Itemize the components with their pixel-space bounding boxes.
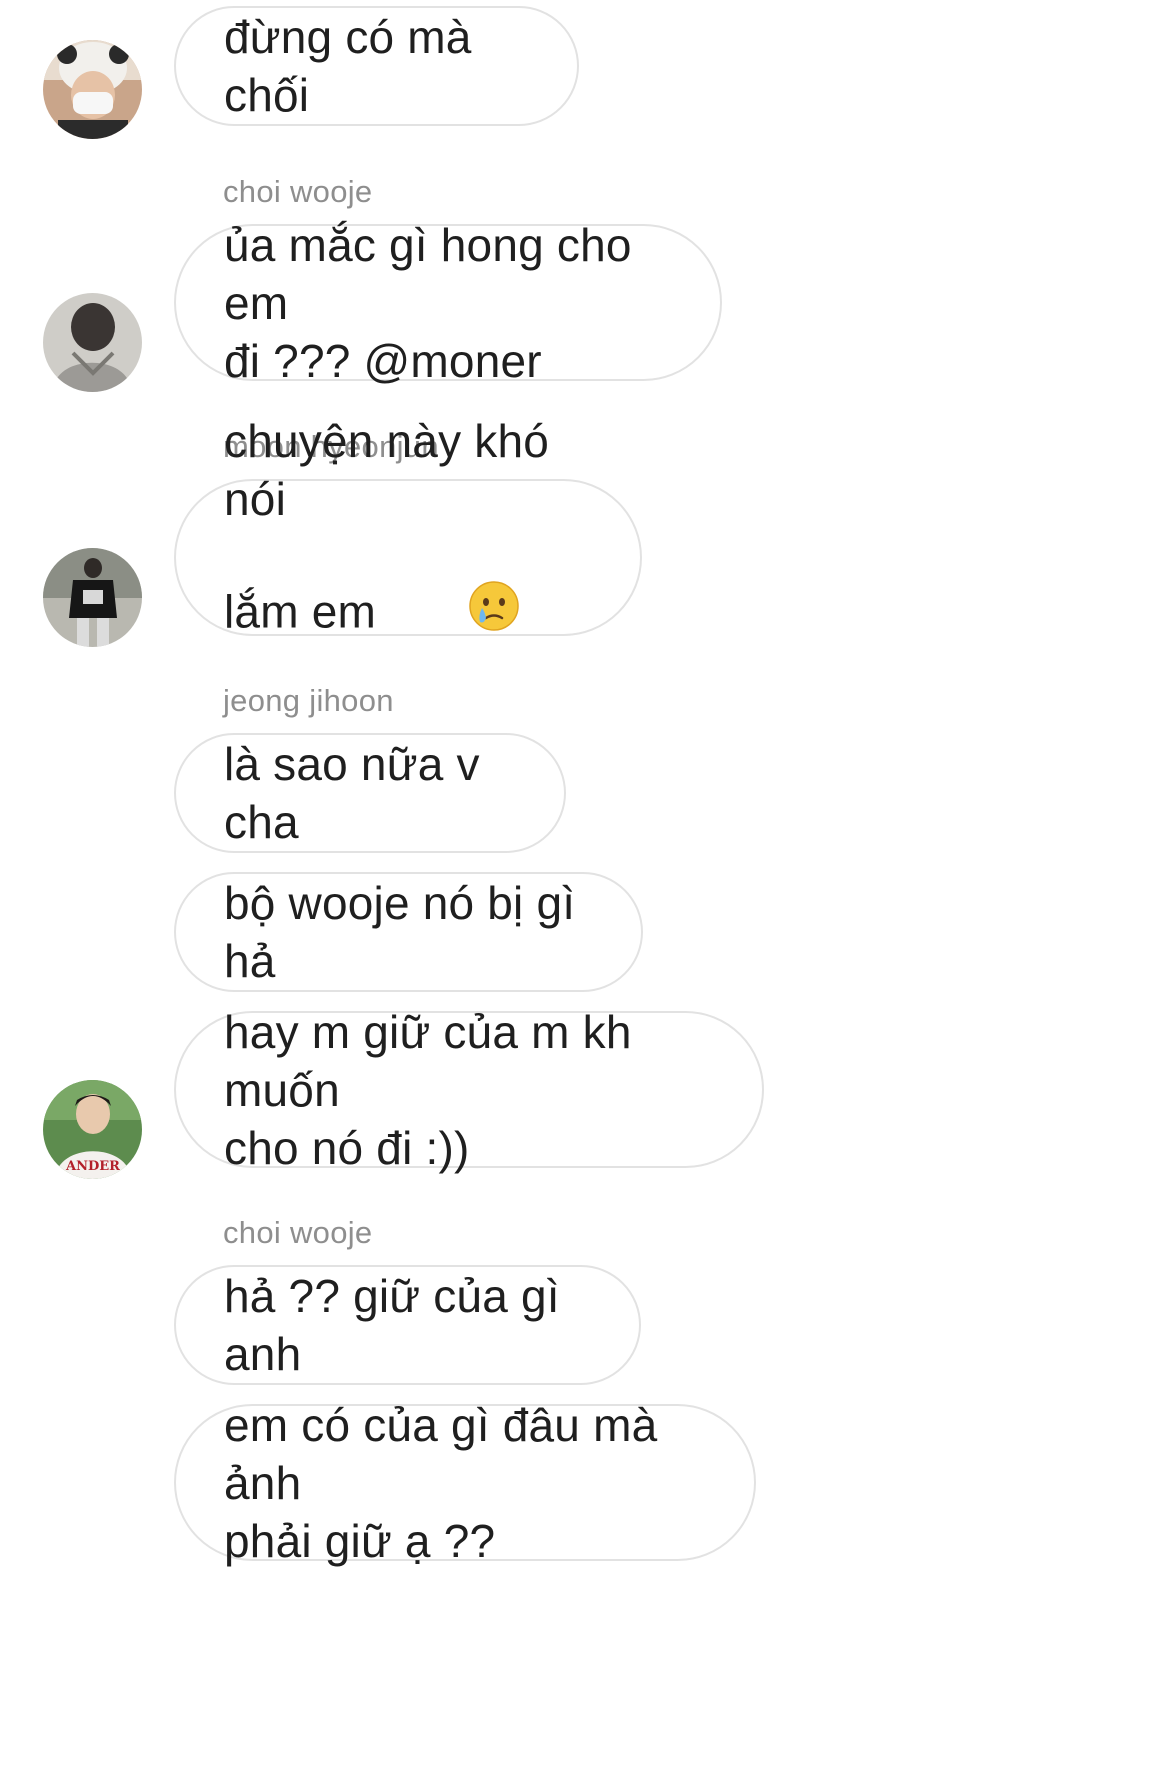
avatar[interactable]: [43, 40, 142, 139]
avatar[interactable]: [43, 548, 142, 647]
message-bubble[interactable]: chuyện này khó nói lắm em: [174, 415, 642, 638]
message-text: ủa mắc gì hong cho em đi ??? @moner: [224, 218, 632, 387]
svg-text:ANDER: ANDER: [65, 1159, 120, 1174]
message-text: đừng có mà chối: [224, 11, 485, 121]
crying-face-emoji-icon: [390, 522, 520, 703]
message-text: hay m giữ của m kh muốn cho nó đi :)): [224, 1005, 632, 1174]
chat-thread: đừng có mà chối choi wooje ủa mắc gì hon…: [0, 0, 1170, 1765]
avatar[interactable]: [43, 293, 142, 392]
message-bubble[interactable]: ủa mắc gì hong cho em đi ??? @moner: [174, 219, 722, 387]
sender-name: jeong jihoon: [223, 683, 394, 718]
message-text: bộ wooje nó bị gì hả: [224, 877, 589, 987]
message-bubble[interactable]: em có của gì đâu mà ảnh phải giữ ạ ??: [174, 1399, 756, 1567]
message-bubble[interactable]: bộ wooje nó bị gì hả: [174, 872, 643, 992]
message-text: em có của gì đâu mà ảnh phải giữ ạ ??: [224, 1398, 658, 1567]
message-text: hả ?? giữ của gì anh: [224, 1270, 573, 1380]
message-bubble[interactable]: hả ?? giữ của gì anh: [174, 1265, 641, 1385]
sender-name: choi wooje: [223, 174, 373, 209]
avatar[interactable]: ANDER: [43, 1080, 142, 1179]
message-text: chuyện này khó nói lắm em: [224, 412, 594, 703]
message-bubble[interactable]: hay m giữ của m kh muốn cho nó đi :)): [174, 1006, 764, 1174]
message-text: là sao nữa v cha: [224, 738, 493, 848]
message-bubble[interactable]: đừng có mà chối: [174, 6, 579, 126]
sender-name: choi wooje: [223, 1215, 373, 1250]
message-bubble[interactable]: là sao nữa v cha: [174, 733, 566, 853]
